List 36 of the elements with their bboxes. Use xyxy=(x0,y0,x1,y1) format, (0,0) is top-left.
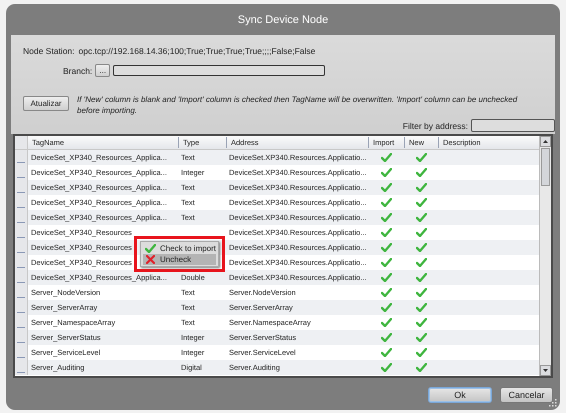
resize-grip-icon[interactable] xyxy=(548,398,557,407)
node-station-value: opc.tcp://192.168.14.36;100;True;True;True;True;;;;False;False xyxy=(78,46,316,56)
window-title: Sync Device Node xyxy=(238,14,328,26)
row-header[interactable] xyxy=(15,330,28,345)
scrollbar[interactable] xyxy=(539,136,551,376)
menu-item[interactable]: Uncheck xyxy=(143,254,216,265)
row-header[interactable] xyxy=(15,315,28,330)
row-header[interactable] xyxy=(15,165,28,180)
refresh-button[interactable]: Atualizar xyxy=(23,96,69,111)
down-arrow-icon[interactable] xyxy=(543,369,548,372)
row-header[interactable] xyxy=(15,240,28,255)
browse-button[interactable]: ... xyxy=(95,64,110,77)
info-text: If 'New' column is blank and 'Import' column is checked then TagName will be overwritten. 'Import' column can be unchecked before importing. xyxy=(77,94,518,116)
row-header[interactable] xyxy=(15,345,28,360)
branch-label: Branch: xyxy=(63,66,92,76)
row-header[interactable] xyxy=(15,285,28,300)
row-header[interactable] xyxy=(15,270,28,285)
filter-field[interactable] xyxy=(471,119,555,132)
row-header[interactable] xyxy=(15,195,28,210)
row-header[interactable] xyxy=(15,360,28,375)
dialog-button[interactable]: Cancelar xyxy=(500,387,553,403)
filter-label: Filter by address: xyxy=(402,120,468,130)
branch-field[interactable] xyxy=(113,65,326,76)
dialog-button[interactable]: Ok xyxy=(428,387,492,403)
check-icon xyxy=(145,244,156,253)
row-header[interactable] xyxy=(15,255,28,270)
row-header[interactable] xyxy=(15,180,28,195)
row-header[interactable] xyxy=(15,300,28,315)
row-header[interactable] xyxy=(15,225,28,240)
scrollbar-thumb[interactable] xyxy=(541,148,550,186)
up-arrow-icon[interactable] xyxy=(543,140,548,143)
row-header[interactable] xyxy=(15,150,28,165)
row-header[interactable] xyxy=(15,210,28,225)
node-station-label: Node Station: xyxy=(23,46,75,56)
close-icon xyxy=(146,255,155,264)
menu-item[interactable]: Check to import xyxy=(143,243,216,254)
